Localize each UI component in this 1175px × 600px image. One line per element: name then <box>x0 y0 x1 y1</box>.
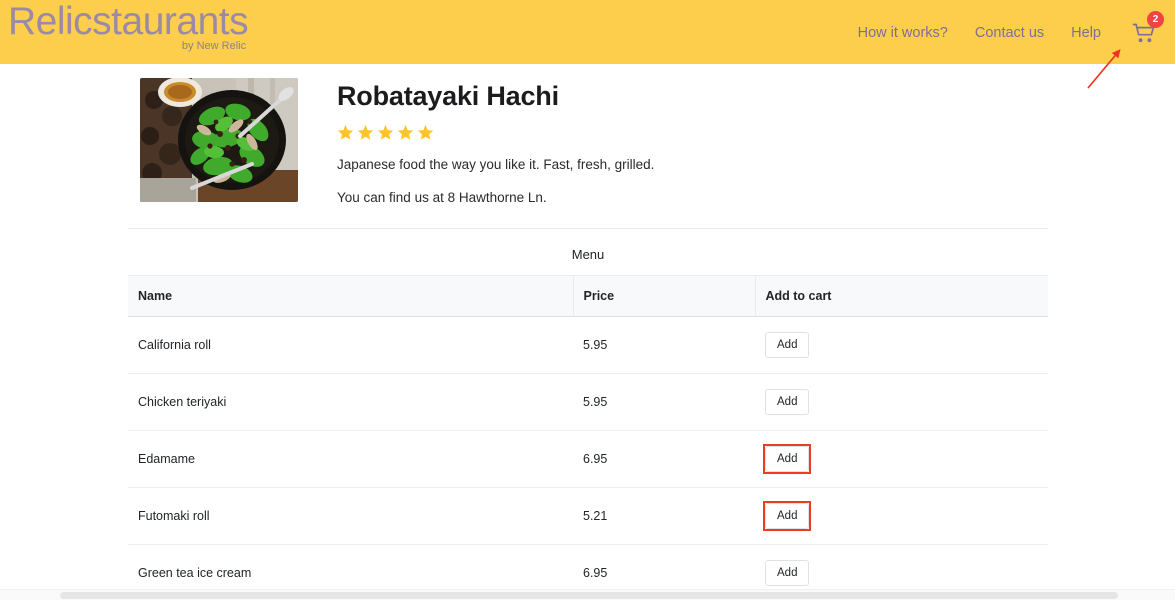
menu-item-name: Edamame <box>128 430 573 488</box>
menu-item-name: California roll <box>128 316 573 374</box>
add-button-highlight: Add <box>765 560 810 586</box>
restaurant-name: Robatayaki Hachi <box>337 81 559 111</box>
table-header-row: Name Price Add to cart <box>128 275 1048 317</box>
cart-wheel-left-icon <box>1138 38 1143 43</box>
add-to-cart-button[interactable]: Add <box>765 446 810 472</box>
cart-wheel-right-icon <box>1147 38 1152 43</box>
add-button-highlight: Add <box>765 332 810 358</box>
menu-table: Name Price Add to cart California roll 5… <box>128 275 1048 600</box>
star-icon <box>417 125 434 140</box>
restaurant-photo-illustration <box>140 78 298 202</box>
table-row: California roll 5.95 Add <box>128 316 1048 374</box>
cart-badge-count: 2 <box>1147 11 1164 28</box>
menu-item-price: 5.95 <box>573 373 755 431</box>
horizontal-scrollbar-thumb[interactable] <box>60 592 1118 599</box>
menu-item-add-cell: Add <box>755 430 1048 488</box>
brand-name: Relicstaurants <box>8 0 249 43</box>
main-navigation: How it works? Contact us Help 2 <box>858 11 1164 45</box>
nav-link-contact-us[interactable]: Contact us <box>975 25 1044 41</box>
table-row: Futomaki roll 5.21 Add <box>128 487 1048 545</box>
add-button-highlight: Add <box>762 501 812 531</box>
cart-button[interactable]: 2 <box>1131 11 1164 45</box>
menu-table-body: California roll 5.95 Add Chicken teriyak… <box>128 316 1048 600</box>
menu-item-price: 5.21 <box>573 487 755 545</box>
restaurant-description: Japanese food the way you like it. Fast,… <box>337 157 655 172</box>
column-header-price: Price <box>572 275 755 317</box>
restaurant-info: Robatayaki Hachi Japanese food the way y… <box>337 78 654 207</box>
menu-item-name: Futomaki roll <box>128 487 573 545</box>
restaurant-address: You can find us at 8 Hawthorne Ln. <box>337 190 547 205</box>
menu-item-price: 6.95 <box>573 430 755 488</box>
table-row: Edamame 6.95 Add <box>128 430 1048 488</box>
site-header: Relicstaurants by New Relic How it works… <box>0 0 1175 64</box>
menu-item-name: Chicken teriyaki <box>128 373 573 431</box>
add-to-cart-button[interactable]: Add <box>765 332 810 358</box>
nav-link-help[interactable]: Help <box>1071 25 1101 41</box>
column-header-name: Name <box>128 275 573 317</box>
menu-table-head: Name Price Add to cart <box>128 275 1048 317</box>
menu-caption: Menu <box>571 247 605 262</box>
menu-item-add-cell: Add <box>755 373 1048 431</box>
add-to-cart-button[interactable]: Add <box>765 560 810 586</box>
menu-item-add-cell: Add <box>755 316 1048 374</box>
menu-item-add-cell: Add <box>755 487 1048 545</box>
restaurant-photo <box>140 78 298 202</box>
page-root: Relicstaurants by New Relic How it works… <box>0 0 1175 600</box>
add-to-cart-button[interactable]: Add <box>765 389 810 415</box>
brand-logo[interactable]: Relicstaurants by New Relic <box>8 0 249 52</box>
menu-item-price: 5.95 <box>573 316 755 374</box>
star-icon <box>377 125 394 140</box>
add-to-cart-button[interactable]: Add <box>765 503 810 529</box>
rating-stars <box>337 124 654 141</box>
column-header-add-to-cart: Add to cart <box>754 275 1048 317</box>
star-icon <box>397 125 414 140</box>
table-row: Chicken teriyaki 5.95 Add <box>128 373 1048 431</box>
menu-section: Menu Name Price Add to cart California r… <box>128 228 1048 600</box>
add-button-highlight: Add <box>762 444 812 474</box>
restaurant-header: Robatayaki Hachi Japanese food the way y… <box>140 78 654 207</box>
star-icon <box>337 125 354 140</box>
add-button-highlight: Add <box>765 389 810 415</box>
star-icon <box>357 125 374 140</box>
horizontal-scrollbar[interactable] <box>0 589 1175 600</box>
nav-link-how-it-works[interactable]: How it works? <box>858 25 948 41</box>
